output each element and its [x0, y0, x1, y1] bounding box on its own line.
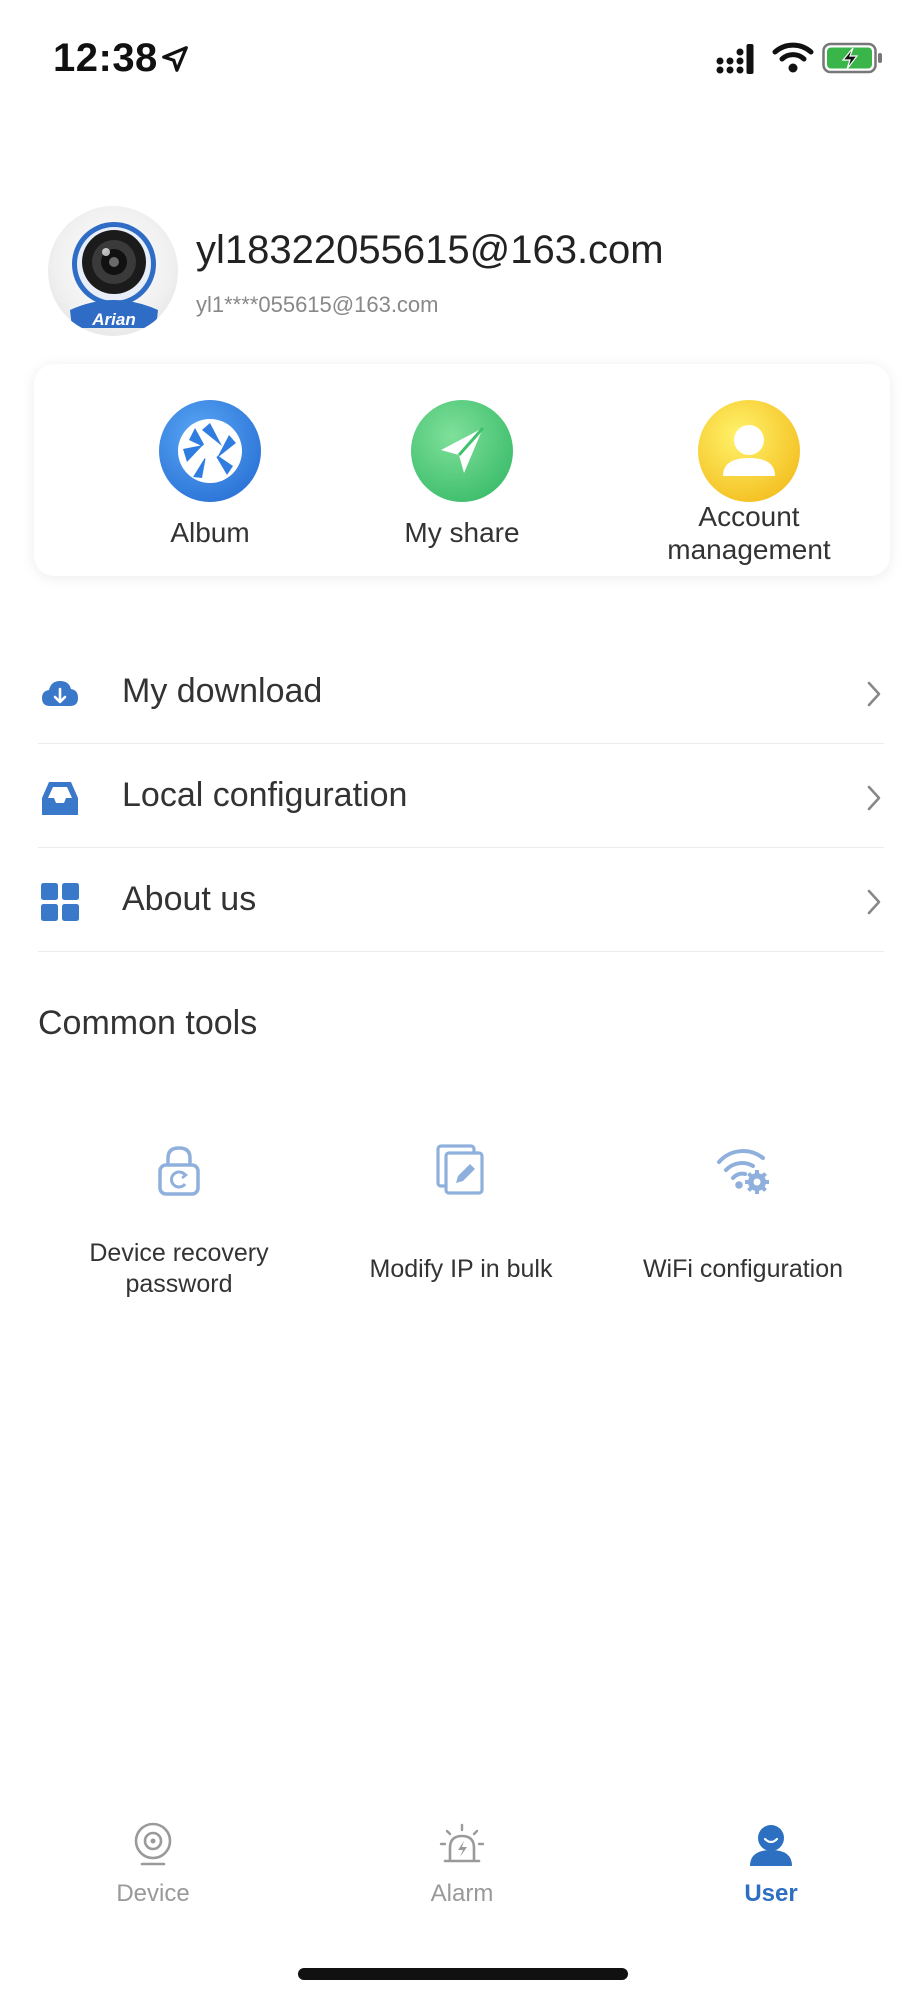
- camera-logo-icon: Arian: [70, 222, 158, 329]
- device-recovery-password-label: Device recovery password: [38, 1238, 320, 1300]
- menu-label-my-download: My download: [122, 672, 323, 710]
- chevron-right-icon: [867, 889, 881, 915]
- account-management-label: Account management: [609, 500, 889, 566]
- my-share-button[interactable]: My share: [322, 400, 602, 570]
- person-icon: [698, 400, 800, 502]
- masked-email: yl1****055615@163.com: [196, 292, 439, 317]
- send-icon: [411, 400, 513, 502]
- status-time: 12:38: [53, 36, 158, 80]
- tab-alarm[interactable]: Alarm: [362, 1812, 562, 1922]
- username: yl18322055615@163.com: [196, 228, 664, 272]
- album-label: Album: [170, 517, 250, 548]
- menu-item-about-us[interactable]: About us: [38, 848, 884, 952]
- battery-charging-icon: [822, 42, 882, 74]
- status-bar: 12:38: [0, 0, 924, 118]
- tool-label-line2: password: [125, 1270, 233, 1298]
- menu-label-local-configuration: Local configuration: [122, 776, 408, 814]
- tab-label-device: Device: [116, 1880, 190, 1907]
- wifi-icon: [772, 42, 814, 73]
- camera-shutter-icon: [159, 400, 261, 502]
- settings-menu: My download Local configuration About us: [38, 640, 884, 952]
- tab-device[interactable]: Device: [53, 1812, 253, 1922]
- camera-icon: [134, 1822, 172, 1866]
- grid-icon: [41, 883, 79, 921]
- cellular-signal-icon: [716, 44, 754, 74]
- album-button[interactable]: Album: [70, 400, 350, 570]
- avatar[interactable]: Arian: [48, 206, 178, 336]
- user-icon: [750, 1825, 792, 1866]
- chevron-right-icon: [867, 681, 881, 707]
- menu-item-local-configuration[interactable]: Local configuration: [38, 744, 884, 848]
- tab-label-user: User: [744, 1880, 798, 1907]
- section-title-common-tools: Common tools: [38, 1004, 258, 1042]
- profile-header[interactable]: Arian yl18322055615@163.com yl1****05561…: [48, 206, 888, 340]
- location-arrow-icon: [162, 46, 188, 72]
- tab-label-alarm: Alarm: [430, 1880, 494, 1907]
- my-share-label: My share: [404, 517, 520, 548]
- common-tools-grid: Device recovery password Modify IP in bu…: [38, 1140, 884, 1320]
- tab-user[interactable]: User: [671, 1812, 871, 1922]
- tool-label-line1: Device recovery: [89, 1239, 269, 1267]
- account-label-line1: Account: [698, 501, 800, 532]
- account-management-button[interactable]: Account management: [609, 400, 889, 570]
- modify-ip-in-bulk-label: Modify IP in bulk: [369, 1255, 553, 1283]
- cloud-download-icon: [42, 681, 78, 706]
- menu-item-my-download[interactable]: My download: [38, 640, 884, 744]
- avatar-brand: Arian: [91, 310, 135, 329]
- lock-reset-icon: [158, 1146, 200, 1196]
- wifi-configuration-label: WiFi configuration: [642, 1255, 844, 1283]
- wifi-configuration-button[interactable]: WiFi configuration: [602, 1140, 884, 1320]
- inbox-tray-icon: [42, 782, 78, 815]
- home-indicator[interactable]: [298, 1968, 628, 1980]
- alarm-siren-icon: [439, 1823, 485, 1863]
- menu-label-about-us: About us: [122, 880, 257, 918]
- account-label-line2: management: [667, 534, 831, 565]
- bottom-tab-bar: Device Alarm User: [0, 1812, 924, 1922]
- chevron-right-icon: [867, 785, 881, 811]
- edit-documents-icon: [436, 1144, 484, 1195]
- modify-ip-in-bulk-button[interactable]: Modify IP in bulk: [320, 1140, 602, 1320]
- device-recovery-password-button[interactable]: Device recovery password: [38, 1140, 320, 1320]
- quick-actions-card: Album My share Account management: [34, 364, 890, 576]
- wifi-settings-icon: [717, 1149, 769, 1194]
